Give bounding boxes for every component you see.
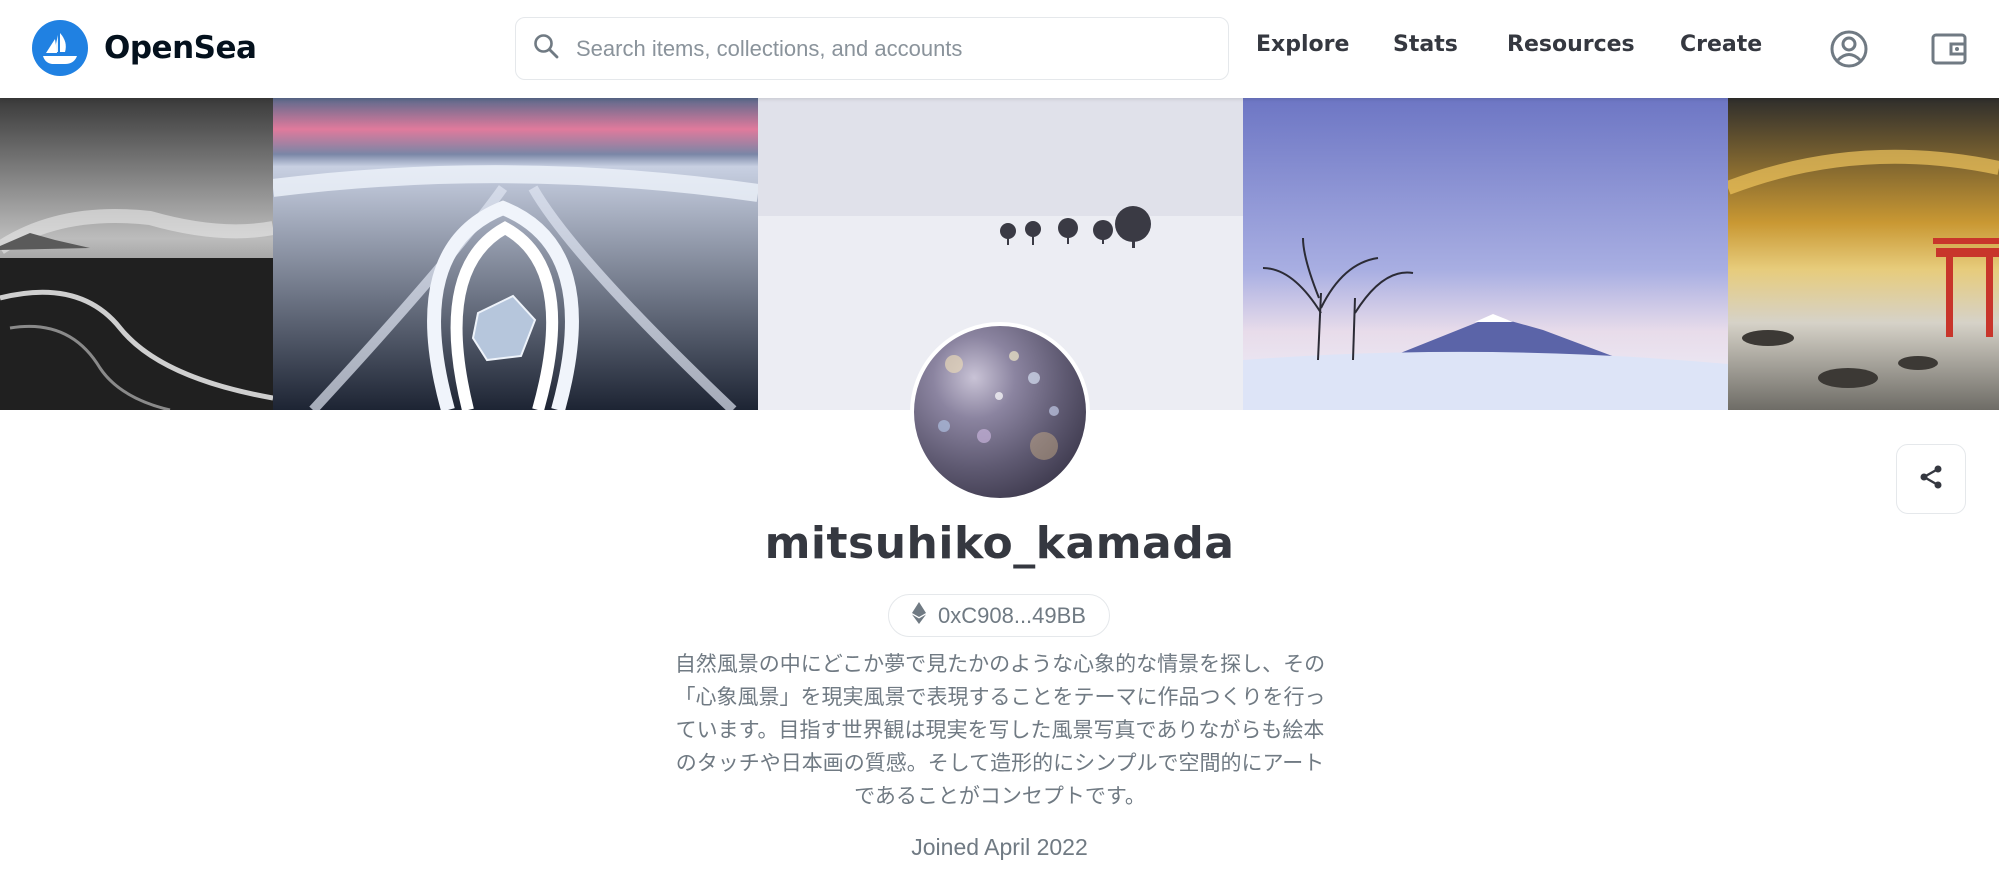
wallet-address-button[interactable]: 0xC908...49BB [888, 594, 1110, 637]
bio-line: 自然風景の中にどこか夢で見たかのような心象的な情景を探し、その [674, 652, 1326, 676]
profile-avatar [910, 322, 1090, 502]
ice-on-beach-photo [273, 98, 758, 410]
search-bar[interactable] [515, 17, 1229, 80]
dark-coastline-photo [0, 98, 273, 410]
torii-gate-sunset-photo [1728, 98, 1999, 410]
search-input[interactable] [576, 35, 1176, 62]
wallet-address-text: 0xC908...49BB [938, 602, 1086, 628]
bio-line: 「心象風景」を現実風景で表現することをテーマに作品つくりを行っ [674, 685, 1326, 709]
opensea-logo-link[interactable]: OpenSea [32, 20, 257, 76]
share-icon [1916, 462, 1946, 497]
ethereum-icon [912, 602, 926, 629]
profile-bio: 自然風景の中にどこか夢で見たかのような心象的な情景を探し、その 「心象風景」を現… [650, 648, 1350, 813]
account-circle-icon[interactable] [1827, 27, 1871, 71]
bio-line: ています。目指す世界観は現実を写した風景写真でありながらも絵本 [675, 718, 1325, 742]
share-button[interactable] [1896, 444, 1966, 514]
profile-username: mitsuhiko_kamada [764, 518, 1235, 569]
wallet-icon[interactable] [1927, 27, 1971, 71]
top-navigation-bar: OpenSea Explore Stats Resources Create [0, 0, 1999, 98]
nav-explore[interactable]: Explore [1256, 32, 1349, 57]
mountain-twilight-photo [1243, 98, 1728, 410]
opensea-logo-icon [32, 20, 88, 76]
search-icon [532, 32, 560, 65]
bio-line: のタッチや日本画の質感。そして造形的にシンプルで空間的にアート [675, 751, 1325, 775]
brand-name: OpenSea [104, 30, 257, 66]
bio-line: であることがコンセプトです。 [854, 784, 1146, 808]
nav-resources[interactable]: Resources [1507, 32, 1635, 57]
nav-stats[interactable]: Stats [1393, 32, 1458, 57]
joined-date: Joined April 2022 [911, 834, 1088, 860]
nav-create[interactable]: Create [1680, 32, 1762, 57]
